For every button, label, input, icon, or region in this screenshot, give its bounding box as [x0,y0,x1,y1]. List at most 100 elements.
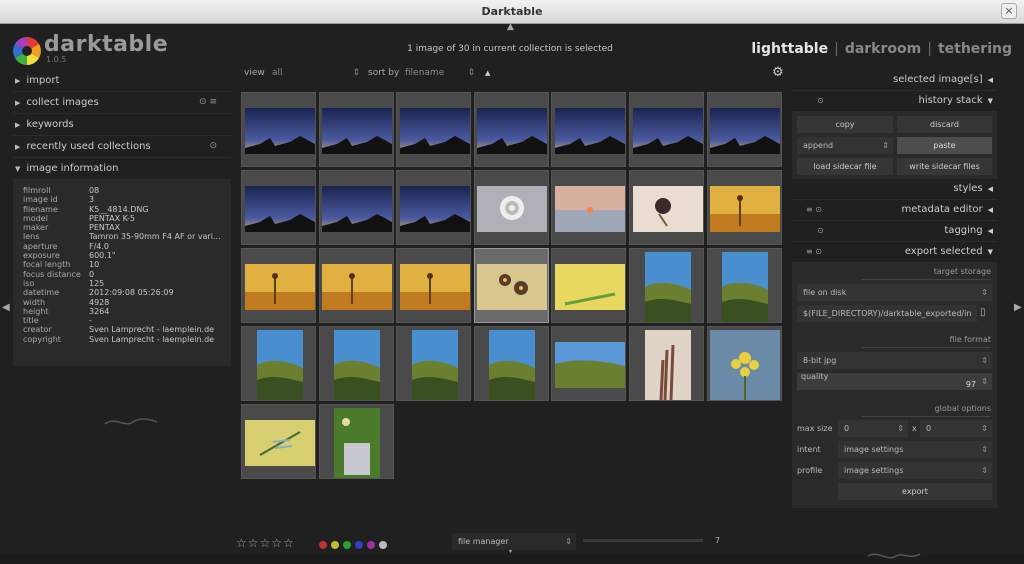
storage-combo[interactable]: file on disk ⇕ [797,284,992,301]
paste-button[interactable]: paste [897,137,992,154]
thumbnail-image [477,263,548,310]
close-icon[interactable]: × [1001,3,1017,19]
module-recent-collections[interactable]: ▶ recently used collections ⊙ [13,136,231,158]
color-label-dot[interactable] [331,541,339,549]
info-value: Tamron 35-90mm F4 AF or vari... [89,232,221,242]
thumbnail[interactable] [318,248,394,323]
copy-button[interactable]: copy [797,116,893,133]
sort-order-icon[interactable]: ▲ [485,69,490,77]
intent-combo[interactable]: image settings ⇕ [838,441,992,458]
expand-right-icon: ▶ [15,143,21,151]
thumbnail-selected[interactable] [473,248,549,323]
export-path-input[interactable]: $(FILE_DIRECTORY)/darktable_exported/in [797,305,977,322]
left-panel-toggle-icon[interactable]: ◀ [2,302,10,313]
thumbnail[interactable] [629,248,704,323]
top-panel-toggle-icon[interactable]: ▲ [507,22,514,32]
thumbnail[interactable] [318,326,394,401]
reset-icon[interactable]: ⊙ [209,141,217,151]
load-sidecar-button[interactable]: load sidecar file [797,158,893,175]
thumbnail[interactable] [241,248,316,323]
reset-presets-icon[interactable]: ⊙ ≡ [199,97,217,107]
info-key: creator [23,325,52,335]
color-label-dot[interactable] [379,541,387,549]
thumbnail[interactable] [473,326,549,401]
info-value: 600.1" [89,251,116,261]
view-filter-combo[interactable]: all ⇕ [272,68,360,78]
reset-icon[interactable]: ⊙ [817,96,824,105]
color-label-dot[interactable] [319,541,327,549]
info-value: F/4.0 [89,241,110,251]
module-metadata-editor[interactable]: ≡ ⊙ metadata editor ◀ [792,200,997,221]
info-key: copyright [23,334,61,344]
thumbnail-image [322,185,393,232]
thumbnail[interactable] [551,326,627,401]
module-keywords[interactable]: ▶ keywords [13,114,231,136]
thumbnail[interactable] [396,92,472,167]
thumbnail[interactable] [551,170,627,245]
thumbnail[interactable] [396,248,472,323]
zoom-slider[interactable] [583,539,703,542]
app-name: darktable [44,32,169,57]
thumbnail[interactable] [241,170,316,245]
thumbnail[interactable] [241,404,316,479]
info-value: Sven Lamprecht - laemplein.de [89,325,215,335]
updown-icon: ⇕ [981,424,988,433]
module-tagging[interactable]: ⊙ tagging ◀ [792,221,997,242]
view-tethering[interactable]: tethering [938,41,1012,57]
max-width-input[interactable]: 0 ⇕ [838,420,908,437]
thumbnail[interactable] [396,326,472,401]
thumbnail[interactable] [706,170,782,245]
right-panel-toggle-icon[interactable]: ▶ [1014,302,1022,313]
info-row: height 3264 [23,307,231,316]
thumbnail[interactable] [629,326,704,401]
write-sidecar-button[interactable]: write sidecar files [897,158,992,175]
info-value: 125 [89,278,105,288]
reset-presets-icon[interactable]: ≡ ⊙ [806,247,822,256]
reset-icon[interactable]: ⊙ [817,226,824,235]
thumbnail[interactable] [551,248,627,323]
gear-icon[interactable]: ⚙ [772,65,784,80]
module-export-selected[interactable]: ≡ ⊙ export selected ▼ [792,242,997,263]
module-collect-images[interactable]: ▶ collect images ⊙ ≡ [13,92,231,114]
thumbnail[interactable] [241,92,316,167]
info-row: iso 125 [23,279,231,288]
thumbnail[interactable] [318,404,394,479]
export-button[interactable]: export [838,483,992,500]
quality-slider[interactable]: quality 97 ⇕ [797,372,992,390]
module-history-stack[interactable]: ⊙ history stack ▼ [792,91,997,112]
max-height-input[interactable]: 0 ⇕ [920,420,992,437]
layout-combo[interactable]: file manager ⇕ [452,533,576,550]
thumbnail[interactable] [241,326,316,401]
profile-label: profile [797,466,823,475]
reset-presets-icon[interactable]: ≡ ⊙ [806,205,822,214]
thumbnail[interactable] [551,92,627,167]
view-lighttable[interactable]: lighttable [751,41,828,57]
view-darkroom[interactable]: darkroom [845,41,921,57]
format-combo[interactable]: 8-bit jpg ⇕ [797,352,992,369]
thumbnail-image [322,263,393,310]
profile-combo[interactable]: image settings ⇕ [838,462,992,479]
module-import[interactable]: ▶ import [13,70,231,92]
info-key: title [23,316,39,326]
thumbnail[interactable] [473,92,549,167]
thumbnail[interactable] [396,170,472,245]
thumbnail[interactable] [629,92,704,167]
module-selected-images[interactable]: selected image[s] ◀ [792,70,997,91]
sort-combo[interactable]: filename ⇕ [405,68,475,78]
thumbnail[interactable] [706,92,782,167]
thumbnail[interactable] [629,170,704,245]
thumbnail[interactable] [318,170,394,245]
module-styles[interactable]: styles ◀ [792,179,997,200]
color-label-dot[interactable] [367,541,375,549]
thumbnail[interactable] [473,170,549,245]
thumbnail[interactable] [706,326,782,401]
color-label-dot[interactable] [355,541,363,549]
thumbnail[interactable] [318,92,394,167]
star-rating[interactable]: ☆☆☆☆☆ [236,536,295,550]
history-mode-combo[interactable]: append ⇕ [797,137,893,154]
discard-button[interactable]: discard [897,116,992,133]
thumbnail[interactable] [706,248,782,323]
color-label-dot[interactable] [343,541,351,549]
folder-icon[interactable]: ▯ [980,307,986,318]
module-image-information[interactable]: ▼ image information [13,158,231,180]
